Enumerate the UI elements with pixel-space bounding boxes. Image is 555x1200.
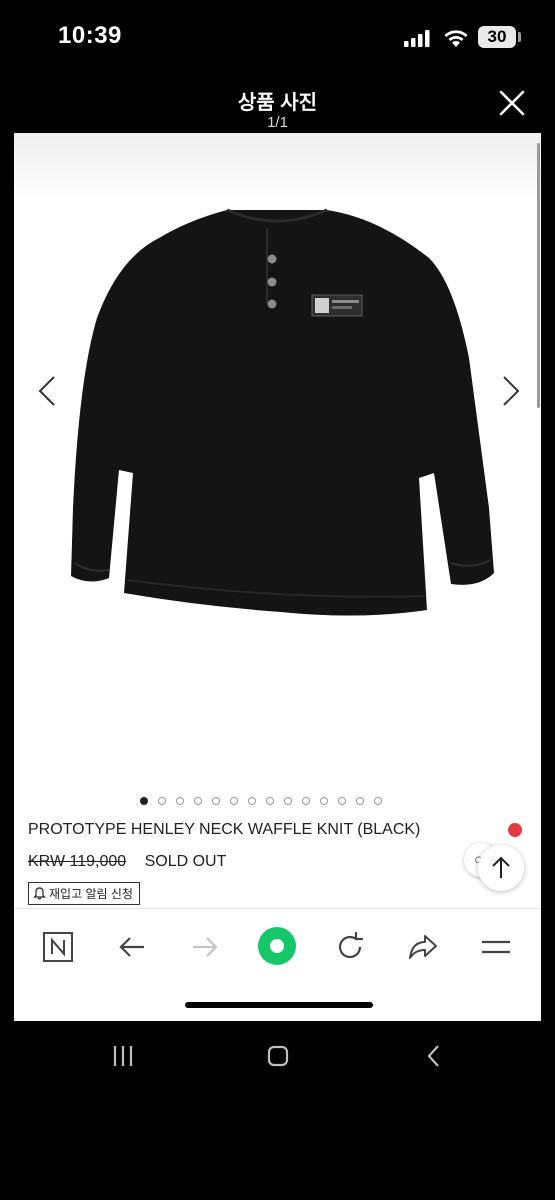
pagination-dot[interactable] xyxy=(212,797,220,805)
scrollbar[interactable] xyxy=(537,143,540,408)
menu-icon[interactable] xyxy=(478,929,514,965)
product-name: PROTOTYPE HENLEY NECK WAFFLE KNIT (BLACK… xyxy=(28,821,421,838)
viewer-title: 상품 사진 xyxy=(237,92,318,114)
battery-level: 30 xyxy=(478,26,516,48)
notification-dot xyxy=(508,823,522,837)
pagination-dot[interactable] xyxy=(140,797,148,805)
wifi-icon xyxy=(444,30,468,47)
pagination-dot[interactable] xyxy=(320,797,328,805)
chevron-left-icon[interactable] xyxy=(34,371,60,411)
android-nav-bar xyxy=(0,1021,555,1200)
recent-apps-icon[interactable] xyxy=(108,1041,138,1071)
pagination-dot[interactable] xyxy=(284,797,292,805)
product-photo: PROTOTYPE HENLEY NECK WAFFLE KNIT (BLACK… xyxy=(14,133,541,1021)
share-icon[interactable] xyxy=(405,929,441,965)
scroll-top-button[interactable] xyxy=(478,845,524,891)
close-icon[interactable] xyxy=(497,88,527,118)
pagination-dot[interactable] xyxy=(266,797,274,805)
arrow-up-icon xyxy=(492,856,510,878)
pagination-dot[interactable] xyxy=(338,797,346,805)
refresh-icon[interactable] xyxy=(332,929,368,965)
product-sweater-image xyxy=(71,208,494,616)
sold-out-label: SOLD OUT xyxy=(144,853,227,870)
pagination-dot[interactable] xyxy=(230,797,238,805)
bell-icon xyxy=(33,887,46,900)
status-bar: 10:39 30 xyxy=(0,0,555,75)
signal-icon xyxy=(404,30,430,47)
restock-alert-button[interactable]: 재입고 알림 신청 xyxy=(28,882,140,905)
naver-logo-icon[interactable] xyxy=(40,929,76,965)
pagination-dot[interactable] xyxy=(302,797,310,805)
photo-counter: 1/1 xyxy=(267,114,288,131)
home-indicator xyxy=(185,1002,373,1008)
pagination-dot[interactable] xyxy=(158,797,166,805)
battery-tip xyxy=(518,32,521,42)
original-price: KRW 119,000 xyxy=(28,853,127,870)
green-ring-icon[interactable] xyxy=(256,925,298,967)
price-line: KRW 119,000 SOLD OUT xyxy=(28,853,226,871)
pagination-dot[interactable] xyxy=(374,797,382,805)
pagination-dot[interactable] xyxy=(248,797,256,805)
browser-toolbar xyxy=(14,908,541,984)
back-icon[interactable] xyxy=(419,1041,449,1071)
pagination-dot[interactable] xyxy=(176,797,184,805)
photo-top-band xyxy=(14,133,541,203)
pagination-dot[interactable] xyxy=(194,797,202,805)
forward-arrow-icon[interactable] xyxy=(187,929,223,965)
restock-alert-label: 재입고 알림 신청 xyxy=(49,886,133,901)
clock: 10:39 xyxy=(58,22,122,49)
home-icon[interactable] xyxy=(263,1041,293,1071)
back-arrow-icon[interactable] xyxy=(114,929,150,965)
pagination-dot[interactable] xyxy=(356,797,364,805)
image-pagination-dots xyxy=(140,797,382,807)
photo-viewer-header: 상품 사진 1/1 xyxy=(0,80,555,135)
chevron-right-icon[interactable] xyxy=(498,371,524,411)
